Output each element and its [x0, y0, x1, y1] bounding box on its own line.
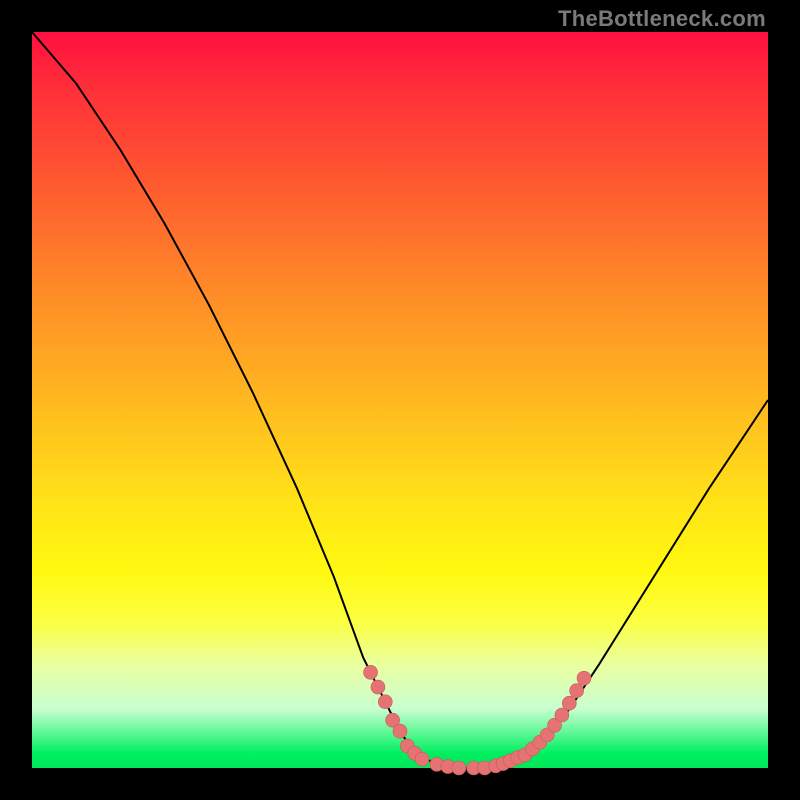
- data-marker: [364, 665, 378, 679]
- plot-area: [32, 32, 768, 768]
- data-marker: [378, 695, 392, 709]
- data-marker: [577, 671, 591, 685]
- chart-stage: TheBottleneck.com: [0, 0, 800, 800]
- data-marker: [415, 752, 429, 766]
- curve: [32, 32, 768, 768]
- plot-svg: [32, 32, 768, 768]
- data-marker: [570, 684, 584, 698]
- watermark-label: TheBottleneck.com: [558, 6, 766, 32]
- data-marker: [562, 696, 576, 710]
- data-marker: [371, 680, 385, 694]
- data-marker: [555, 708, 569, 722]
- data-marker: [452, 761, 466, 775]
- data-marker: [393, 724, 407, 738]
